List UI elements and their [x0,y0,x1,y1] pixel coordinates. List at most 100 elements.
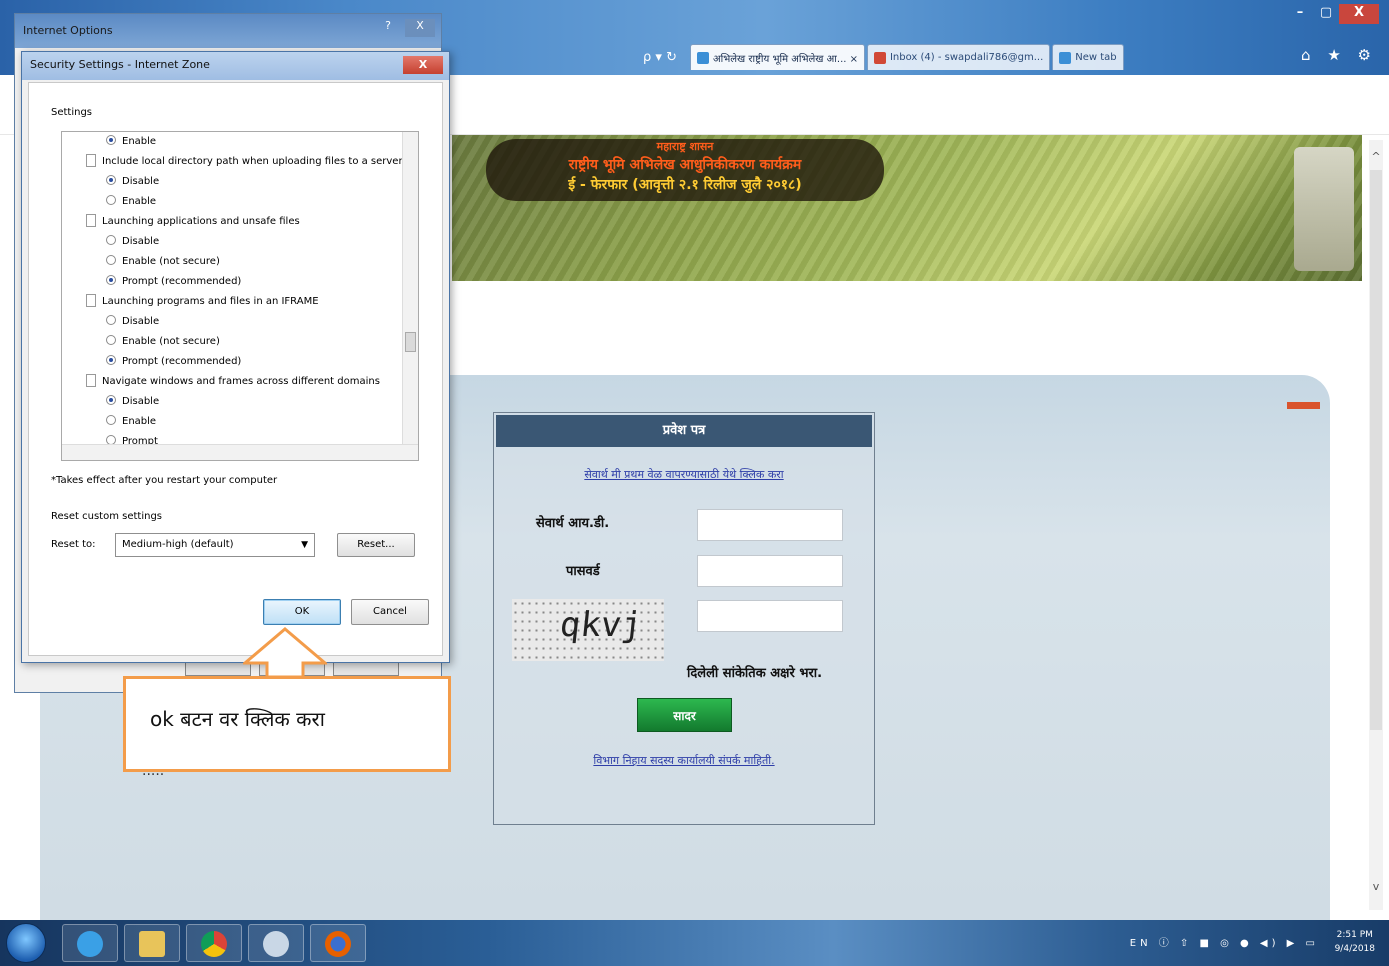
setting-option[interactable]: Enable [106,192,156,212]
tab-label: अभिलेख राष्ट्रीय भूमि अभिलेख आ... × [713,53,858,65]
setting-label: Enable [122,416,157,427]
radio-button-icon[interactable] [106,175,116,185]
scroll-down-icon[interactable]: v [1369,880,1383,900]
security-settings-body: Settings Enable Include local directory p… [28,82,443,656]
internet-options-close-button[interactable]: X [405,19,435,37]
tab-inbox[interactable]: Inbox (4) - swapdali786@gm... [866,44,1051,70]
setting-label: Prompt (recommended) [122,276,242,287]
setting-label: Disable [122,236,160,247]
folder-icon [139,931,165,957]
gmail-icon [873,51,886,64]
clock[interactable]: 2:51 PM 9/4/2018 [1335,928,1375,956]
setting-label: Enable [122,196,157,207]
partial-text: ..... [142,763,165,779]
cancel-button[interactable]: Cancel [351,599,429,625]
tab-new[interactable]: New tab [1052,44,1124,70]
taskbar-ie[interactable] [62,924,118,962]
setting-label: Disable [122,396,160,407]
setting-label: Enable [122,136,157,147]
window-controls: – ▢ X [1287,4,1379,24]
setting-group: Include local directory path when upload… [86,152,403,172]
scrollbar-thumb[interactable] [1370,170,1382,730]
captcha-image: qkvj [512,599,664,661]
settings-label: Settings [51,107,93,118]
settings-list[interactable]: Enable Include local directory path when … [61,131,419,461]
reset-custom-label: Reset custom settings [51,511,162,522]
setting-label: Navigate windows and frames across diffe… [102,376,380,387]
reset-level-dropdown[interactable]: Medium-high (default) ▼ [115,533,315,557]
banner-line-1: महाराष्ट्र शासन [656,140,714,153]
setting-option[interactable]: Disable [106,172,159,192]
taskbar-chrome[interactable] [186,924,242,962]
setting-group: Launching programs and files in an IFRAM… [86,292,319,312]
help-button[interactable]: ? [375,19,401,37]
close-button[interactable]: X [1339,4,1379,24]
taskbar-explorer[interactable] [124,924,180,962]
ie-icon [77,931,103,957]
page-scrollbar[interactable] [1369,140,1383,910]
settings-vertical-scrollbar[interactable] [402,132,418,446]
setting-option[interactable]: Disable [106,392,159,412]
contact-info-link[interactable]: विभाग निहाय सदस्य कार्यालयी संपर्क माहित… [494,753,874,768]
submit-button[interactable]: सादर [637,698,732,732]
radio-button-icon[interactable] [106,395,116,405]
password-label: पासवर्ड [566,564,600,579]
setting-option[interactable]: Enable (not secure) [106,252,220,272]
home-favorites-settings-icons[interactable]: ⌂ ★ ⚙ [1301,46,1377,64]
reset-level-value: Medium-high (default) [122,539,234,550]
radio-button-icon[interactable] [106,235,116,245]
captcha-input[interactable] [697,600,843,632]
setting-option[interactable]: Enable [106,132,156,152]
setting-option[interactable]: Prompt (recommended) [106,352,241,372]
setting-label: Enable (not secure) [122,256,220,267]
callout-text: ok बटन वर क्लिक करा [150,707,325,731]
reset-button[interactable]: Reset... [337,533,415,557]
taskbar-paint[interactable] [248,924,304,962]
minimize-button[interactable]: – [1287,4,1313,24]
captcha-label: दिलेली सांकेतिक अक्षरे भरा. [687,666,823,681]
start-button[interactable] [6,923,46,963]
taskbar-firefox[interactable] [310,924,366,962]
login-form: प्रवेश पत्र सेवार्थ मी प्रथम वेळ वापरण्य… [493,412,875,825]
security-settings-dialog: Security Settings - Internet Zone X Sett… [21,51,450,663]
restart-note: *Takes effect after you restart your com… [51,475,278,486]
radio-button-icon[interactable] [106,275,116,285]
setting-option[interactable]: Enable [106,412,156,432]
security-settings-close-button[interactable]: X [403,56,443,74]
setting-option[interactable]: Disable [106,312,159,332]
radio-button-icon[interactable] [106,315,116,325]
password-input[interactable] [697,555,843,587]
radio-button-icon[interactable] [106,195,116,205]
radio-button-icon[interactable] [106,415,116,425]
setting-label: Launching programs and files in an IFRAM… [102,296,319,307]
instruction-callout: ok बटन वर क्लिक करा [123,676,451,772]
setting-option[interactable]: Disable [106,232,159,252]
national-emblem-icon [1294,147,1354,271]
scroll-up-icon[interactable]: ^ [1369,150,1383,170]
maximize-button[interactable]: ▢ [1313,4,1339,24]
setting-label: Include local directory path when upload… [102,156,403,167]
setting-label: Disable [122,176,160,187]
captcha-text: qkvj [557,605,644,645]
setting-option[interactable]: Prompt (recommended) [106,272,241,292]
banner-title: महाराष्ट्र शासन राष्ट्रीय भूमि अभिलेख आध… [486,139,884,201]
radio-button-icon[interactable] [106,335,116,345]
site-banner: महाराष्ट्र शासन राष्ट्रीय भूमि अभिलेख आध… [452,135,1362,281]
radio-button-icon[interactable] [106,135,116,145]
tab-label: Inbox (4) - swapdali786@gm... [889,52,1044,63]
userid-input[interactable] [697,509,843,541]
ok-button[interactable]: OK [263,599,341,625]
chrome-icon [201,931,227,957]
setting-label: Enable (not secure) [122,336,220,347]
radio-button-icon[interactable] [106,255,116,265]
setting-option[interactable]: Enable (not secure) [106,332,220,352]
banner-line-2: राष्ट्रीय भूमि अभिलेख आधुनिकीकरण कार्यक्… [568,157,802,173]
search-refresh-icons[interactable]: ρ ▾ ↻ [630,50,690,65]
reset-to-label: Reset to: [51,539,96,550]
scrollbar-thumb[interactable] [405,332,416,352]
system-tray[interactable]: EN ⓘ ⇧ ■ ◎ ● ◀) ▶ ▭ [1130,934,1319,949]
radio-button-icon[interactable] [106,355,116,365]
settings-horizontal-scrollbar[interactable] [62,444,418,460]
first-time-link[interactable]: सेवार्थ मी प्रथम वेळ वापरण्यासाठी येथे क… [494,467,874,482]
tab-bhulekh[interactable]: अभिलेख राष्ट्रीय भूमि अभिलेख आ... × [690,44,865,70]
